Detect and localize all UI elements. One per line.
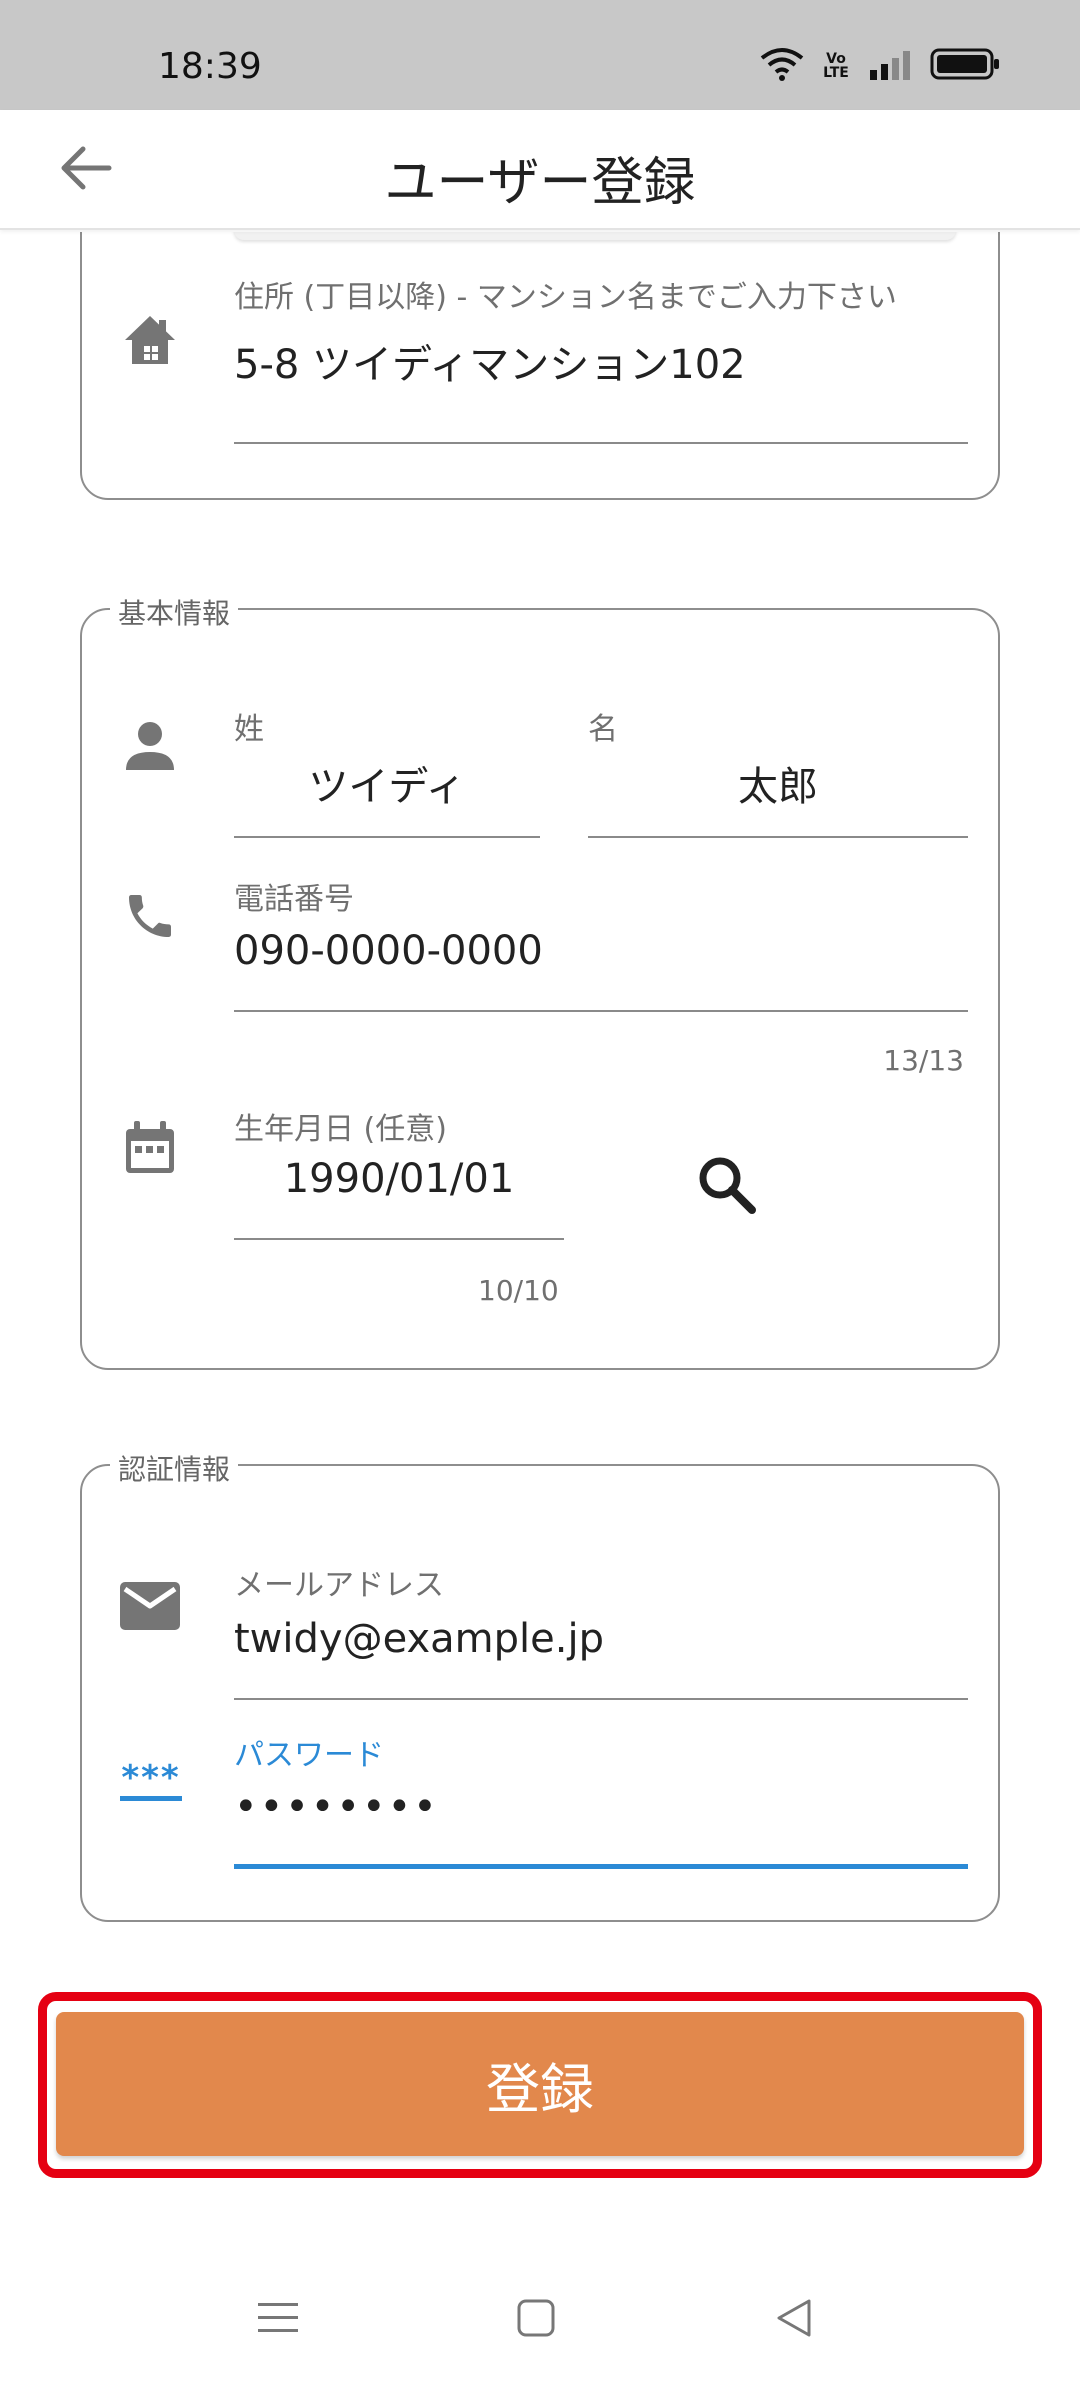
auth-info-card: 認証情報 メールアドレス twidy@example.jp *** パスワード … — [80, 1448, 1000, 1922]
password-underline — [234, 1864, 968, 1869]
basic-info-section-label: 基本情報 — [110, 592, 239, 632]
calendar-icon — [120, 1118, 180, 1178]
birthday-label: 生年月日 (任意) — [234, 1112, 447, 1147]
home-square-icon — [517, 2299, 555, 2341]
status-time: 18:39 — [158, 46, 262, 87]
signal-icon — [868, 48, 912, 84]
first-name-label: 名 — [588, 712, 618, 747]
app-bar: ユーザー登録 — [0, 110, 1080, 230]
email-underline — [234, 1698, 968, 1700]
email-label: メールアドレス — [234, 1568, 444, 1603]
search-icon[interactable] — [686, 1144, 766, 1224]
status-icons: Vo LTE — [760, 46, 1000, 86]
address-detail-underline — [234, 442, 968, 444]
first-name-underline — [588, 836, 968, 838]
person-icon — [120, 716, 180, 776]
last-name-underline — [234, 836, 540, 838]
form-scroll-area[interactable]: 住所 (丁目以降) - マンション名までご入力下さい 5-8 ツイディマンション… — [0, 232, 1080, 2232]
email-input[interactable]: twidy@example.jp — [234, 1616, 604, 1662]
back-button-nav[interactable] — [734, 2240, 854, 2400]
wifi-icon — [760, 46, 804, 86]
basic-info-card: 基本情報 姓 ツイディ 名 太郎 電話番号 090-0000-0000 13/1… — [80, 592, 1000, 1370]
home-icon — [120, 310, 180, 370]
address-card: 住所 (丁目以降) - マンション名までご入力下さい 5-8 ツイディマンション… — [80, 232, 1000, 500]
battery-icon — [930, 47, 1000, 85]
phone-icon — [120, 886, 180, 946]
birthday-underline — [234, 1238, 564, 1240]
menu-icon — [258, 2301, 298, 2339]
home-button[interactable] — [476, 2240, 596, 2400]
system-nav-bar — [0, 2240, 1080, 2400]
back-triangle-icon — [775, 2298, 813, 2342]
phone-counter: 13/13 — [883, 1044, 964, 1077]
last-name-label: 姓 — [234, 712, 264, 747]
birthday-counter: 10/10 — [478, 1274, 559, 1307]
address-detail-label: 住所 (丁目以降) - マンション名までご入力下さい — [234, 280, 897, 315]
submit-button[interactable]: 登録 — [56, 2012, 1024, 2156]
phone-underline — [234, 1010, 968, 1012]
password-input[interactable]: •••••••• — [234, 1784, 439, 1830]
page-title: ユーザー登録 — [384, 153, 696, 213]
email-icon — [120, 1576, 180, 1636]
volte-label: Vo LTE — [823, 51, 849, 81]
password-label: パスワード — [234, 1738, 384, 1773]
prefecture-field-remnant — [234, 232, 956, 240]
phone-label: 電話番号 — [234, 882, 354, 917]
password-icon: *** — [118, 1752, 184, 1812]
first-name-input[interactable]: 太郎 — [588, 754, 968, 812]
menu-button[interactable] — [218, 2240, 338, 2400]
auth-info-section-label: 認証情報 — [110, 1448, 239, 1488]
status-bar: 18:39 Vo LTE — [0, 0, 1080, 110]
password-icon-text: *** — [121, 1757, 181, 1798]
password-icon-line — [120, 1795, 182, 1801]
address-detail-value[interactable]: 5-8 ツイディマンション102 — [234, 332, 746, 390]
birthday-input[interactable]: 1990/01/01 — [234, 1156, 564, 1202]
last-name-input[interactable]: ツイディ — [234, 754, 540, 812]
phone-input[interactable]: 090-0000-0000 — [234, 928, 543, 974]
